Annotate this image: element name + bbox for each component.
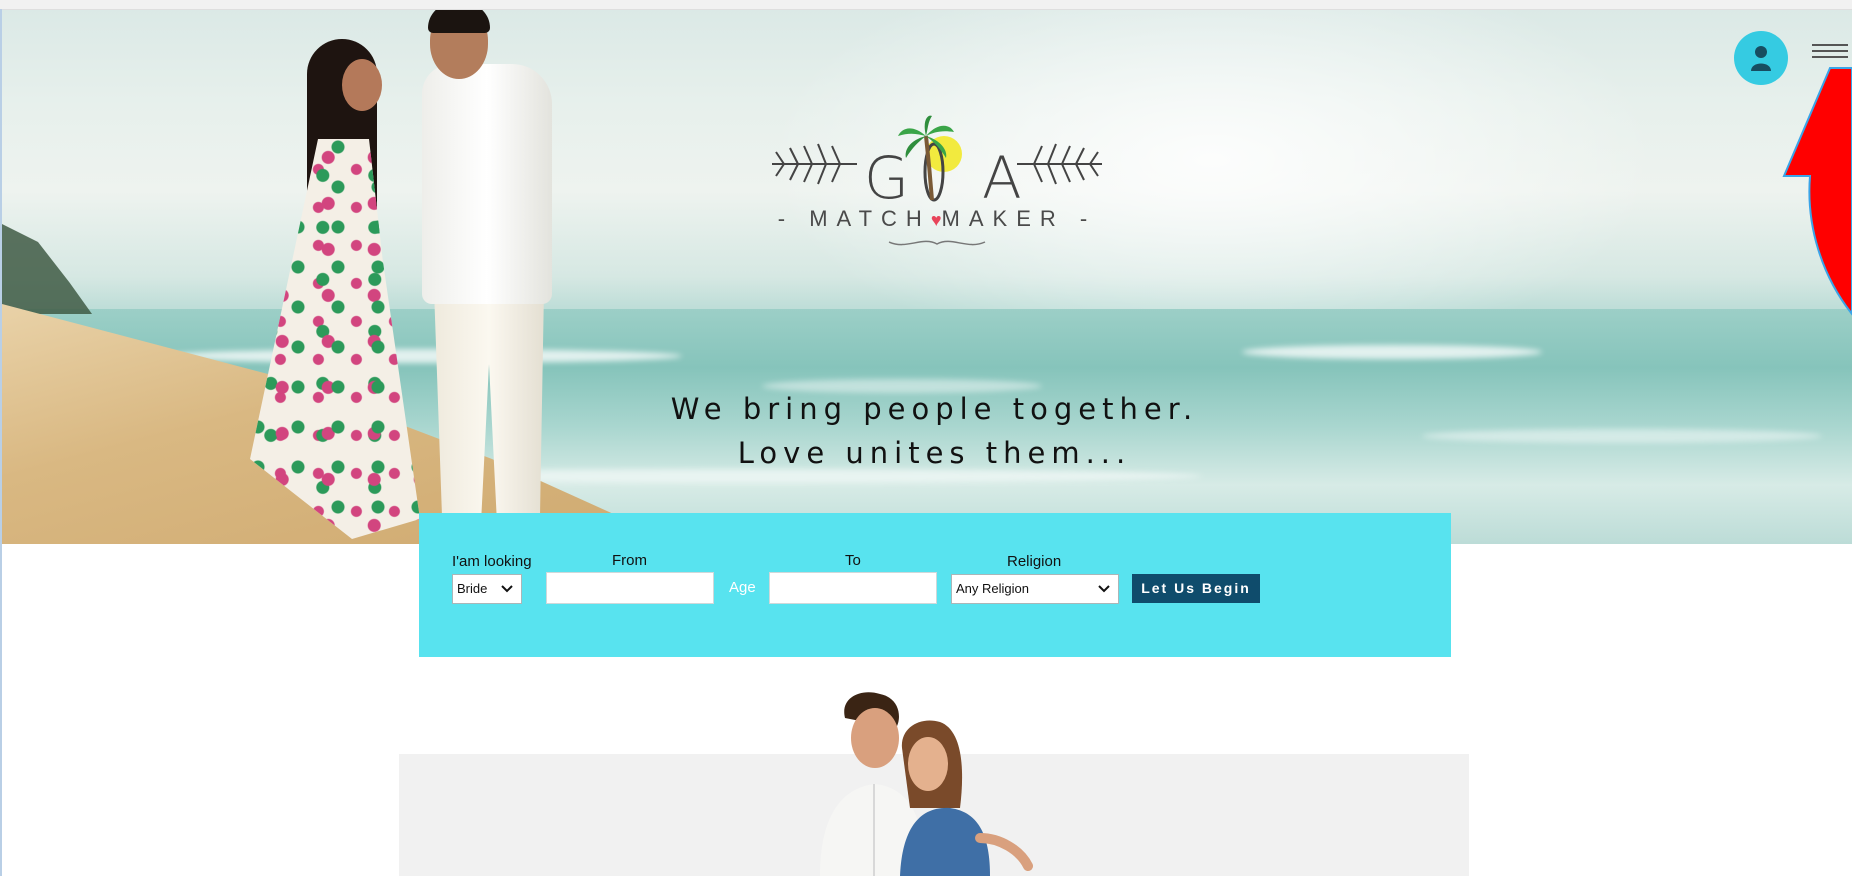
chevron-down-icon <box>1098 585 1110 593</box>
logo-letter-a: A <box>982 144 1022 212</box>
hamburger-menu-icon-bar <box>1812 44 1848 46</box>
logo-flourish-icon <box>888 240 986 246</box>
age-to-input[interactable] <box>769 572 937 604</box>
chevron-down-icon <box>501 585 513 593</box>
user-account-button[interactable] <box>1734 31 1788 85</box>
looking-label: I'am looking <box>452 553 532 570</box>
religion-label: Religion <box>1007 553 1062 570</box>
couple-man-shirt <box>422 64 552 304</box>
let-us-begin-button[interactable]: Let Us Begin <box>1132 574 1260 603</box>
looking-for-select[interactable]: Bride <box>452 574 522 604</box>
heart-icon: ♥ <box>930 210 942 230</box>
tagline-line-2: Love unites them... <box>737 436 1132 470</box>
religion-value: Any Religion <box>956 581 1029 596</box>
looking-for-value: Bride <box>457 581 488 596</box>
hamburger-menu-button[interactable] <box>1812 44 1848 64</box>
tagline-line-1: We bring people together. <box>670 392 1199 426</box>
religion-select[interactable]: Any Religion <box>951 574 1119 604</box>
logo-graphic <box>772 115 1102 202</box>
user-icon <box>1751 46 1771 71</box>
site-logo[interactable]: G A - MATCH♥MAKER - <box>772 114 1102 249</box>
logo-wordmark: - MATCH♥MAKER - <box>772 206 1102 232</box>
left-branch-icon <box>772 143 857 185</box>
cliff <box>2 224 92 314</box>
from-label: From <box>612 552 647 569</box>
right-branch-icon <box>1017 143 1102 185</box>
to-label: To <box>845 552 861 569</box>
age-from-input[interactable] <box>546 572 714 604</box>
wave <box>1422 429 1822 443</box>
hamburger-menu-icon-bar <box>1812 50 1848 52</box>
hero-tagline: We bring people together. Love unites th… <box>602 387 1267 475</box>
wave <box>1242 345 1542 359</box>
happy-couple-photo <box>820 692 1033 876</box>
logo-letter-g: G <box>864 144 909 212</box>
browser-top-edge <box>0 0 1852 10</box>
couple-man-hair <box>428 9 490 33</box>
couple-woman-face <box>342 59 382 111</box>
wave <box>162 349 682 363</box>
hamburger-menu-icon-bar <box>1812 56 1848 58</box>
page-left-edge <box>0 9 2 876</box>
annotation-arrow-icon <box>1782 67 1852 316</box>
partner-search-panel: I'am looking Bride From Age To Religion … <box>419 513 1451 657</box>
logo-wordmark-left: - MATCH <box>777 206 931 231</box>
page: G A - MATCH♥MAKER - We bring people toge… <box>0 0 1852 876</box>
age-label: Age <box>729 579 756 596</box>
hero-banner: G A - MATCH♥MAKER - We bring people toge… <box>2 9 1852 544</box>
logo-wordmark-right: MAKER - <box>941 206 1097 231</box>
